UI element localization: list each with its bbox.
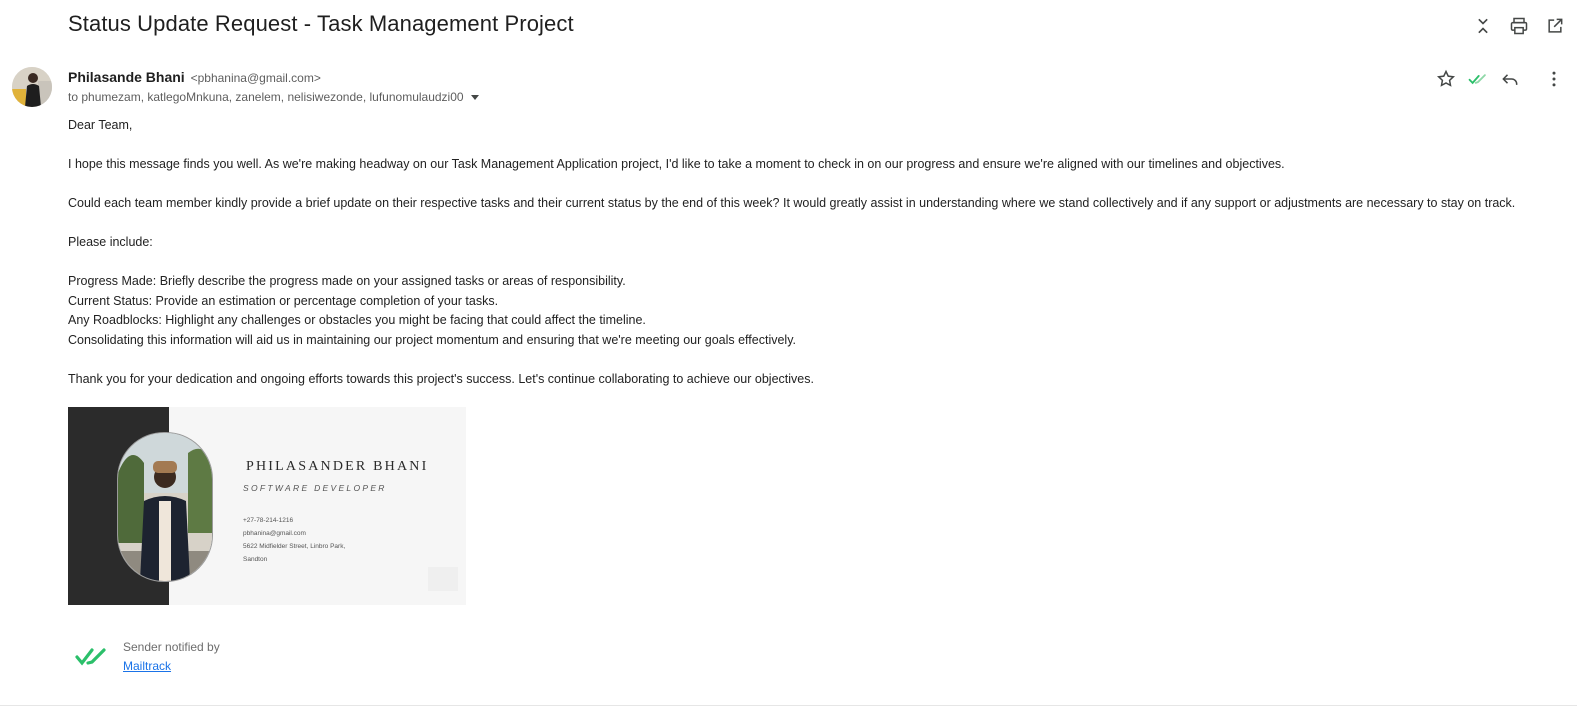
sender-name[interactable]: Philasande Bhani	[68, 69, 185, 85]
email-subject: Status Update Request - Task Management …	[68, 11, 574, 36]
star-icon[interactable]	[1435, 68, 1457, 90]
thread-toolbar	[1471, 14, 1567, 38]
closing: Thank you for your dedication and ongoin…	[68, 371, 814, 386]
divider	[0, 705, 1577, 706]
message-actions	[1435, 68, 1565, 90]
mailtrack-check-icon	[1467, 68, 1489, 90]
signature-watermark	[428, 567, 458, 591]
show-details-chevron-down-icon[interactable]	[470, 94, 479, 100]
print-icon[interactable]	[1507, 14, 1531, 38]
recipients-line: to phumezam, katlegoMnkuna, zanelem, nel…	[68, 90, 479, 104]
list-item: Progress Made: Briefly describe the prog…	[68, 274, 626, 288]
avatar[interactable]	[12, 67, 52, 107]
open-in-new-window-icon[interactable]	[1543, 14, 1567, 38]
signature-email: pbhanina@gmail.com	[243, 530, 306, 537]
collapse-icon[interactable]	[1471, 14, 1495, 38]
sender-email: <pbhanina@gmail.com>	[190, 71, 321, 85]
signature-phone: +27-78-214-1216	[243, 517, 294, 524]
body-paragraph: Could each team member kindly provide a …	[68, 196, 1516, 210]
signature-image: PHILASANDER BHANI SOFTWARE DEVELOPER +27…	[68, 407, 466, 605]
more-vert-icon[interactable]	[1543, 68, 1565, 90]
signature-address-city: Sandton	[243, 556, 268, 563]
mailtrack-link[interactable]: Mailtrack	[123, 659, 171, 673]
signature-photo	[117, 432, 213, 582]
list-item: Current Status: Provide an estimation or…	[68, 293, 499, 308]
signature-role: SOFTWARE DEVELOPER	[243, 483, 387, 493]
mailtrack-label: Sender notified by	[123, 640, 220, 654]
body-paragraph: I hope this message finds you well. As w…	[68, 157, 1285, 171]
list-item: Consolidating this information will aid …	[68, 332, 796, 347]
mailtrack-check-icon	[75, 648, 106, 666]
recipients-list: to phumezam, katlegoMnkuna, zanelem, nel…	[68, 90, 464, 104]
signature-name: PHILASANDER BHANI	[246, 459, 429, 474]
signature-address: 5622 Midfielder Street, Linbro Park,	[243, 543, 346, 550]
body-paragraph: Please include:	[68, 235, 153, 249]
list-item: Any Roadblocks: Highlight any challenges…	[68, 313, 646, 327]
greeting: Dear Team,	[68, 118, 133, 132]
sender-line: Philasande Bhani <pbhanina@gmail.com>	[68, 69, 321, 85]
reply-icon[interactable]	[1499, 68, 1521, 90]
email-body: Dear Team, I hope this message finds you…	[68, 116, 1538, 389]
